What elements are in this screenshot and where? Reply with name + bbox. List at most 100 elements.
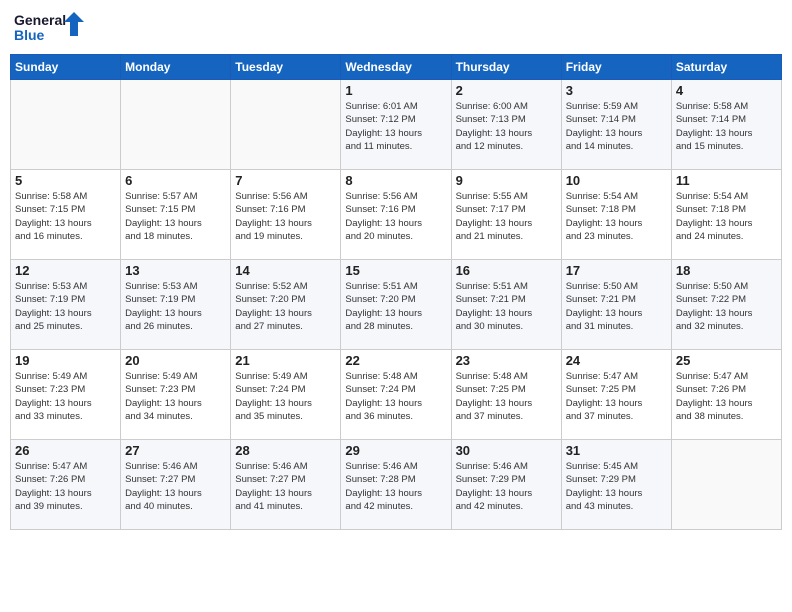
calendar-cell: 19 Sunrise: 5:49 AM Sunset: 7:23 PM Dayli… bbox=[11, 350, 121, 440]
day-info: Sunrise: 5:47 AM Sunset: 7:25 PM Dayligh… bbox=[566, 370, 667, 423]
day-number: 7 bbox=[235, 173, 336, 188]
day-info: Sunrise: 5:45 AM Sunset: 7:29 PM Dayligh… bbox=[566, 460, 667, 513]
day-number: 13 bbox=[125, 263, 226, 278]
day-number: 28 bbox=[235, 443, 336, 458]
calendar-cell: 15 Sunrise: 5:51 AM Sunset: 7:20 PM Dayli… bbox=[341, 260, 451, 350]
day-info: Sunrise: 5:54 AM Sunset: 7:18 PM Dayligh… bbox=[566, 190, 667, 243]
day-number: 8 bbox=[345, 173, 446, 188]
day-info: Sunrise: 5:46 AM Sunset: 7:28 PM Dayligh… bbox=[345, 460, 446, 513]
day-number: 23 bbox=[456, 353, 557, 368]
day-number: 2 bbox=[456, 83, 557, 98]
day-number: 26 bbox=[15, 443, 116, 458]
day-info: Sunrise: 5:53 AM Sunset: 7:19 PM Dayligh… bbox=[15, 280, 116, 333]
calendar-cell: 10 Sunrise: 5:54 AM Sunset: 7:18 PM Dayli… bbox=[561, 170, 671, 260]
day-number: 21 bbox=[235, 353, 336, 368]
calendar-cell: 14Sunrise: 5:52 AM Sunset: 7:20 PM Dayli… bbox=[231, 260, 341, 350]
day-header-tuesday: Tuesday bbox=[231, 55, 341, 80]
calendar-cell: 7 Sunrise: 5:56 AM Sunset: 7:16 PM Daylig… bbox=[231, 170, 341, 260]
day-number: 17 bbox=[566, 263, 667, 278]
day-number: 25 bbox=[676, 353, 777, 368]
calendar-cell: 12 Sunrise: 5:53 AM Sunset: 7:19 PM Dayli… bbox=[11, 260, 121, 350]
calendar-cell: 22Sunrise: 5:48 AM Sunset: 7:24 PM Dayli… bbox=[341, 350, 451, 440]
day-info: Sunrise: 5:46 AM Sunset: 7:27 PM Dayligh… bbox=[125, 460, 226, 513]
calendar-body: 1 Sunrise: 6:01 AM Sunset: 7:12 PM Daylig… bbox=[11, 80, 782, 530]
day-info: Sunrise: 5:50 AM Sunset: 7:22 PM Dayligh… bbox=[676, 280, 777, 333]
calendar-cell: 28 Sunrise: 5:46 AM Sunset: 7:27 PM Dayli… bbox=[231, 440, 341, 530]
calendar-cell: 27 Sunrise: 5:46 AM Sunset: 7:27 PM Dayli… bbox=[121, 440, 231, 530]
day-info: Sunrise: 5:58 AM Sunset: 7:14 PM Dayligh… bbox=[676, 100, 777, 153]
calendar-cell: 23 Sunrise: 5:48 AM Sunset: 7:25 PM Dayli… bbox=[451, 350, 561, 440]
day-info: Sunrise: 5:58 AM Sunset: 7:15 PM Dayligh… bbox=[15, 190, 116, 243]
day-info: Sunrise: 5:46 AM Sunset: 7:27 PM Dayligh… bbox=[235, 460, 336, 513]
day-number: 27 bbox=[125, 443, 226, 458]
calendar-week-row: 1 Sunrise: 6:01 AM Sunset: 7:12 PM Daylig… bbox=[11, 80, 782, 170]
day-info: Sunrise: 5:52 AM Sunset: 7:20 PM Dayligh… bbox=[235, 280, 336, 333]
calendar-week-row: 26Sunrise: 5:47 AM Sunset: 7:26 PM Dayli… bbox=[11, 440, 782, 530]
day-header-thursday: Thursday bbox=[451, 55, 561, 80]
day-info: Sunrise: 5:51 AM Sunset: 7:20 PM Dayligh… bbox=[345, 280, 446, 333]
day-number: 31 bbox=[566, 443, 667, 458]
calendar-cell: 20 Sunrise: 5:49 AM Sunset: 7:23 PM Dayli… bbox=[121, 350, 231, 440]
page-header: General Blue bbox=[10, 10, 782, 48]
day-info: Sunrise: 5:49 AM Sunset: 7:23 PM Dayligh… bbox=[125, 370, 226, 423]
calendar-cell: 31 Sunrise: 5:45 AM Sunset: 7:29 PM Dayli… bbox=[561, 440, 671, 530]
day-number: 19 bbox=[15, 353, 116, 368]
calendar-cell bbox=[121, 80, 231, 170]
day-number: 15 bbox=[345, 263, 446, 278]
day-info: Sunrise: 5:48 AM Sunset: 7:25 PM Dayligh… bbox=[456, 370, 557, 423]
calendar-cell: 26Sunrise: 5:47 AM Sunset: 7:26 PM Dayli… bbox=[11, 440, 121, 530]
calendar-cell: 13 Sunrise: 5:53 AM Sunset: 7:19 PM Dayli… bbox=[121, 260, 231, 350]
day-info: Sunrise: 6:01 AM Sunset: 7:12 PM Dayligh… bbox=[345, 100, 446, 153]
day-number: 6 bbox=[125, 173, 226, 188]
day-number: 18 bbox=[676, 263, 777, 278]
day-info: Sunrise: 5:48 AM Sunset: 7:24 PM Dayligh… bbox=[345, 370, 446, 423]
calendar-cell: 3 Sunrise: 5:59 AM Sunset: 7:14 PM Daylig… bbox=[561, 80, 671, 170]
day-number: 30 bbox=[456, 443, 557, 458]
day-number: 16 bbox=[456, 263, 557, 278]
day-info: Sunrise: 5:51 AM Sunset: 7:21 PM Dayligh… bbox=[456, 280, 557, 333]
day-header-monday: Monday bbox=[121, 55, 231, 80]
day-info: Sunrise: 5:49 AM Sunset: 7:23 PM Dayligh… bbox=[15, 370, 116, 423]
day-number: 12 bbox=[15, 263, 116, 278]
day-number: 4 bbox=[676, 83, 777, 98]
day-info: Sunrise: 5:49 AM Sunset: 7:24 PM Dayligh… bbox=[235, 370, 336, 423]
calendar-cell: 17 Sunrise: 5:50 AM Sunset: 7:21 PM Dayli… bbox=[561, 260, 671, 350]
logo: General Blue bbox=[14, 10, 84, 48]
svg-text:Blue: Blue bbox=[14, 27, 45, 43]
calendar-cell bbox=[671, 440, 781, 530]
day-number: 9 bbox=[456, 173, 557, 188]
logo-svg: General Blue bbox=[14, 10, 84, 48]
calendar-week-row: 19 Sunrise: 5:49 AM Sunset: 7:23 PM Dayli… bbox=[11, 350, 782, 440]
day-info: Sunrise: 5:50 AM Sunset: 7:21 PM Dayligh… bbox=[566, 280, 667, 333]
day-info: Sunrise: 5:53 AM Sunset: 7:19 PM Dayligh… bbox=[125, 280, 226, 333]
day-header-saturday: Saturday bbox=[671, 55, 781, 80]
calendar-cell bbox=[11, 80, 121, 170]
day-number: 1 bbox=[345, 83, 446, 98]
calendar-cell: 9Sunrise: 5:55 AM Sunset: 7:17 PM Daylig… bbox=[451, 170, 561, 260]
calendar-header-row: SundayMondayTuesdayWednesdayThursdayFrid… bbox=[11, 55, 782, 80]
calendar-cell: 1 Sunrise: 6:01 AM Sunset: 7:12 PM Daylig… bbox=[341, 80, 451, 170]
calendar-cell: 18 Sunrise: 5:50 AM Sunset: 7:22 PM Dayli… bbox=[671, 260, 781, 350]
day-info: Sunrise: 5:56 AM Sunset: 7:16 PM Dayligh… bbox=[235, 190, 336, 243]
day-info: Sunrise: 5:54 AM Sunset: 7:18 PM Dayligh… bbox=[676, 190, 777, 243]
day-info: Sunrise: 5:59 AM Sunset: 7:14 PM Dayligh… bbox=[566, 100, 667, 153]
calendar-cell: 6 Sunrise: 5:57 AM Sunset: 7:15 PM Daylig… bbox=[121, 170, 231, 260]
day-info: Sunrise: 5:46 AM Sunset: 7:29 PM Dayligh… bbox=[456, 460, 557, 513]
day-number: 5 bbox=[15, 173, 116, 188]
calendar-cell: 25Sunrise: 5:47 AM Sunset: 7:26 PM Dayli… bbox=[671, 350, 781, 440]
day-number: 29 bbox=[345, 443, 446, 458]
day-number: 11 bbox=[676, 173, 777, 188]
day-header-wednesday: Wednesday bbox=[341, 55, 451, 80]
day-number: 10 bbox=[566, 173, 667, 188]
calendar-cell: 5 Sunrise: 5:58 AM Sunset: 7:15 PM Daylig… bbox=[11, 170, 121, 260]
calendar-week-row: 5 Sunrise: 5:58 AM Sunset: 7:15 PM Daylig… bbox=[11, 170, 782, 260]
calendar-cell: 30 Sunrise: 5:46 AM Sunset: 7:29 PM Dayli… bbox=[451, 440, 561, 530]
day-header-sunday: Sunday bbox=[11, 55, 121, 80]
day-info: Sunrise: 5:56 AM Sunset: 7:16 PM Dayligh… bbox=[345, 190, 446, 243]
day-number: 3 bbox=[566, 83, 667, 98]
calendar-cell: 29 Sunrise: 5:46 AM Sunset: 7:28 PM Dayli… bbox=[341, 440, 451, 530]
day-info: Sunrise: 5:57 AM Sunset: 7:15 PM Dayligh… bbox=[125, 190, 226, 243]
day-header-friday: Friday bbox=[561, 55, 671, 80]
calendar-cell: 4 Sunrise: 5:58 AM Sunset: 7:14 PM Daylig… bbox=[671, 80, 781, 170]
day-number: 20 bbox=[125, 353, 226, 368]
